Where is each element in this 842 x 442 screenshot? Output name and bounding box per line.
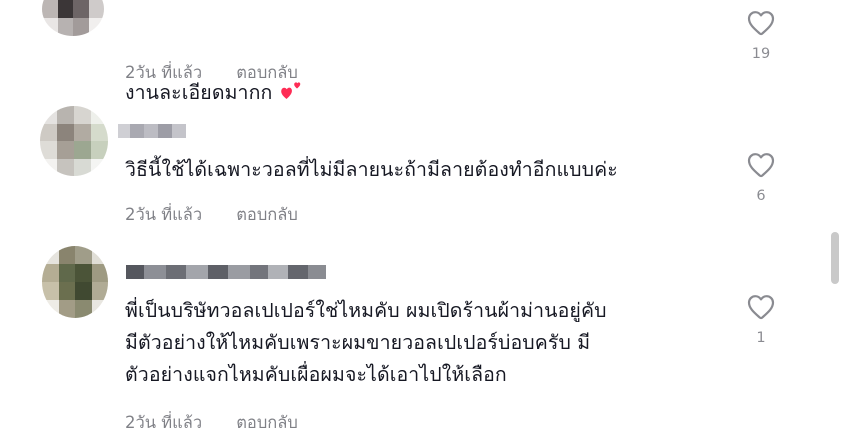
reply-button[interactable]: ตอบกลับ — [236, 205, 298, 224]
comment-text: วิธีนี้ใช้ได้เฉพาะวอลที่ไม่มีลายนะถ้ามีล… — [125, 158, 618, 181]
comment-meta: 2วัน ที่แล้ว ตอบกลับ — [125, 60, 298, 86]
comment-time: 2วัน ที่แล้ว — [125, 205, 203, 224]
heart-outline-icon — [747, 153, 775, 178]
like-button[interactable]: 19 — [741, 10, 781, 62]
comment-time: 2วัน ที่แล้ว — [125, 63, 203, 82]
username-obscured[interactable] — [126, 265, 326, 279]
comment-item: พี่เป็นบริษัทวอลเปเปอร์ใช่ไหมคับ ผมเปิดร… — [0, 240, 820, 442]
like-count: 19 — [751, 46, 771, 62]
comment-item: วิธีนี้ใช้ได้เฉพาะวอลที่ไม่มีลายนะถ้ามีล… — [0, 100, 820, 240]
like-count: 1 — [756, 330, 766, 346]
avatar[interactable] — [42, 0, 104, 36]
avatar[interactable] — [42, 246, 108, 318]
comment-time: 2วัน ที่แล้ว — [125, 413, 203, 432]
like-count: 6 — [756, 188, 766, 204]
heart-outline-icon — [747, 295, 775, 320]
comment-meta: 2วัน ที่แล้ว ตอบกลับ — [125, 410, 298, 436]
scrollbar[interactable] — [828, 0, 842, 442]
scrollbar-thumb[interactable] — [831, 232, 839, 284]
comment-text: พี่เป็นบริษัทวอลเปเปอร์ใช่ไหมคับ ผมเปิดร… — [125, 299, 607, 386]
like-button[interactable]: 6 — [741, 152, 781, 204]
heart-outline-icon — [747, 11, 775, 36]
reply-button[interactable]: ตอบกลับ — [236, 63, 298, 82]
reply-button[interactable]: ตอบกลับ — [236, 413, 298, 432]
avatar[interactable] — [40, 106, 108, 176]
username-obscured[interactable] — [118, 124, 186, 138]
like-button[interactable]: 1 — [741, 294, 781, 346]
comment-list: งานละเอียดมากก 2วัน ที่แล้ว ตอบกลับ 19 ว… — [0, 0, 842, 442]
comment-item: งานละเอียดมากก 2วัน ที่แล้ว ตอบกลับ 19 — [0, 0, 820, 104]
comment-meta: 2วัน ที่แล้ว ตอบกลับ — [125, 202, 298, 228]
